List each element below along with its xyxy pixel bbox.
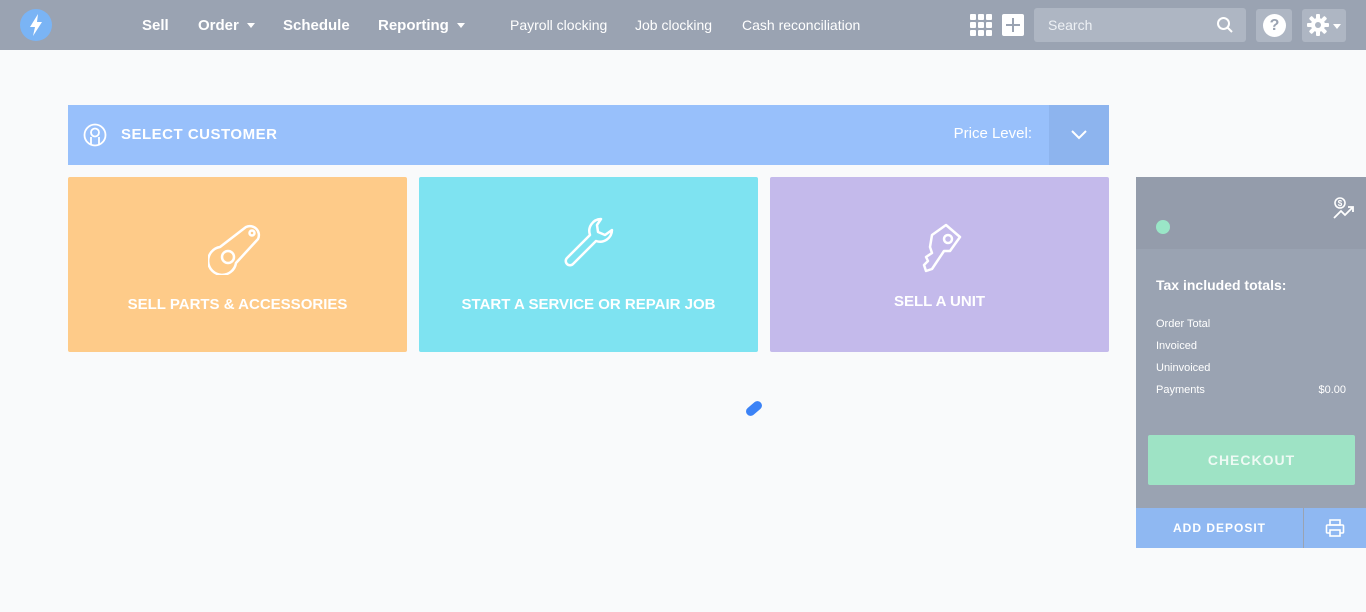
key-icon: [922, 223, 961, 273]
sell-unit-label: SELL A UNIT: [893, 293, 986, 310]
order-summary-panel: $ Tax included totals: Order Total Invoi…: [1136, 177, 1366, 548]
panel-header: $: [1136, 177, 1366, 249]
caret-down-icon: [1333, 24, 1341, 29]
checkout-button[interactable]: CHECKOUT: [1148, 435, 1355, 485]
service-job-tile[interactable]: START A SERVICE OR REPAIR JOB: [419, 177, 758, 352]
select-customer-label: SELECT CUSTOMER: [121, 126, 278, 143]
nav-cash-reconciliation[interactable]: Cash reconciliation: [742, 0, 860, 50]
settings-button[interactable]: [1302, 9, 1346, 42]
nav-sell[interactable]: Sell: [142, 0, 169, 50]
nav-cash-reconciliation-label: Cash reconciliation: [742, 17, 861, 33]
help-icon: ?: [1263, 14, 1286, 37]
nav-reporting-label: Reporting: [378, 16, 449, 34]
help-button[interactable]: ?: [1256, 9, 1292, 42]
loading-spinner-icon: [744, 399, 764, 418]
apps-grid-icon[interactable]: [970, 14, 992, 36]
printer-icon: [1325, 519, 1345, 537]
nav-sell-label: Sell: [142, 16, 169, 34]
service-job-label: START A SERVICE OR REPAIR JOB: [461, 296, 716, 313]
search-box: [1034, 8, 1246, 42]
gear-icon: [1307, 14, 1329, 36]
totals-title: Tax included totals:: [1156, 277, 1287, 293]
top-nav-bar: Sell Order Schedule Reporting Payroll cl…: [0, 0, 1366, 50]
price-level-label: Price Level:: [953, 125, 1032, 142]
total-row-value: $0.00: [1318, 384, 1346, 396]
total-row: Uninvoiced: [1156, 362, 1346, 374]
nav-job-clocking[interactable]: Job clocking: [635, 0, 712, 50]
search-icon[interactable]: [1216, 16, 1234, 34]
trending-up-icon[interactable]: $: [1332, 197, 1356, 221]
total-row-label: Uninvoiced: [1156, 362, 1211, 374]
nav-schedule-label: Schedule: [283, 16, 350, 34]
total-row-label: Invoiced: [1156, 340, 1197, 352]
nav-order[interactable]: Order: [198, 0, 255, 50]
nav-payroll-clocking-label: Payroll clocking: [510, 17, 608, 33]
total-row-label: Order Total: [1156, 318, 1211, 330]
nav-schedule[interactable]: Schedule: [283, 0, 350, 50]
status-dot-icon: [1156, 220, 1170, 234]
print-button[interactable]: [1304, 508, 1366, 548]
sell-parts-tile[interactable]: SELL PARTS & ACCESSORIES: [68, 177, 407, 352]
logo-icon[interactable]: [20, 9, 52, 41]
price-level-dropdown[interactable]: [1049, 105, 1109, 165]
wrench-icon: [564, 217, 613, 267]
sell-parts-label: SELL PARTS & ACCESSORIES: [127, 296, 348, 313]
nav-order-label: Order: [198, 16, 239, 34]
nav-reporting[interactable]: Reporting: [378, 0, 465, 50]
total-row: Payments $0.00: [1156, 384, 1346, 396]
chevron-down-icon: [1071, 130, 1087, 140]
parts-icon: [207, 224, 260, 275]
caret-down-icon: [456, 23, 465, 28]
nav-job-clocking-label: Job clocking: [635, 17, 713, 33]
nav-payroll-clocking[interactable]: Payroll clocking: [510, 0, 607, 50]
total-row: Order Total: [1156, 318, 1346, 330]
total-row-label: Payments: [1156, 384, 1205, 396]
caret-down-icon: [246, 23, 255, 28]
add-deposit-button[interactable]: ADD DEPOSIT: [1136, 508, 1303, 548]
total-row: Invoiced: [1156, 340, 1346, 352]
select-customer-bar[interactable]: SELECT CUSTOMER Price Level:: [68, 105, 1109, 165]
svg-text:$: $: [1338, 199, 1343, 208]
sell-unit-tile[interactable]: SELL A UNIT: [770, 177, 1109, 352]
search-input[interactable]: [1034, 8, 1214, 42]
add-plus-icon[interactable]: [1002, 14, 1024, 36]
customer-icon: [83, 123, 107, 147]
